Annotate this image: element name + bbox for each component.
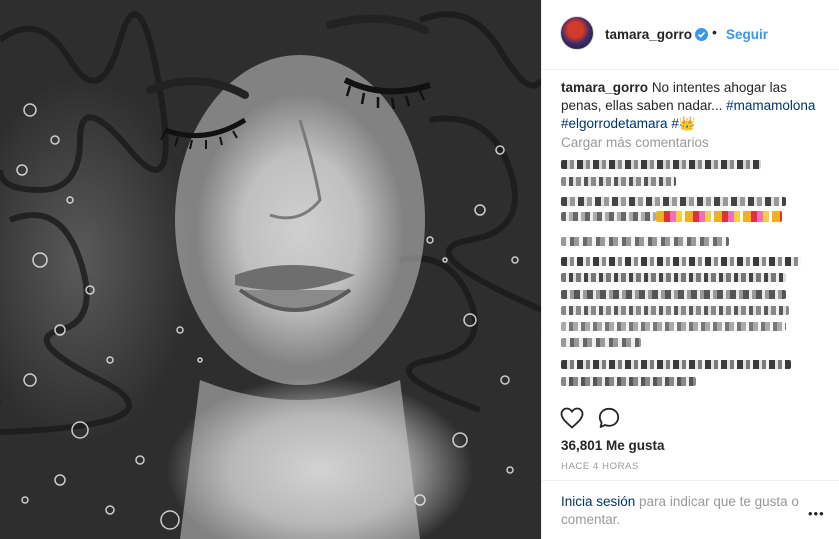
censored-comment-line: [561, 290, 786, 299]
login-link[interactable]: Inicia sesión: [561, 494, 635, 509]
heart-icon[interactable]: [560, 407, 584, 434]
censored-emoji-line: [656, 211, 782, 222]
censored-comment-line: [561, 237, 729, 246]
caption-username[interactable]: tamara_gorro: [561, 80, 648, 95]
censored-comment-line: [561, 322, 786, 331]
verified-badge-icon: [695, 28, 708, 41]
censored-comment-line: [561, 257, 801, 266]
likes-count[interactable]: 36,801 Me gusta: [561, 438, 665, 453]
post-timestamp[interactable]: HACE 4 HORAS: [561, 461, 639, 472]
post-photo[interactable]: [0, 0, 541, 539]
login-prompt: Inicia sesión para indicar que te gusta …: [542, 480, 839, 539]
censored-comment-line: [561, 160, 761, 169]
post-side-panel: tamara_gorro • Seguir tamara_gorro No in…: [541, 0, 839, 539]
censored-comment-line: [561, 177, 676, 186]
censored-comment-line: [561, 212, 656, 221]
comment-icon[interactable]: [597, 407, 621, 434]
censored-comment-line: [561, 360, 791, 369]
more-options-icon[interactable]: •••: [808, 506, 825, 521]
separator-dot: •: [712, 24, 717, 40]
avatar[interactable]: [560, 16, 594, 50]
crown-emoji: 👑: [678, 116, 696, 131]
follow-button[interactable]: Seguir: [726, 27, 768, 42]
header-username[interactable]: tamara_gorro: [605, 27, 692, 42]
login-prompt-text: Inicia sesión para indicar que te gusta …: [561, 493, 811, 529]
censored-comment-line: [561, 338, 641, 347]
load-more-comments-button[interactable]: Cargar más comentarios: [561, 135, 709, 150]
censored-comment-line: [561, 306, 789, 315]
censored-comment-line: [561, 273, 786, 282]
censored-comment-line: [561, 197, 786, 206]
censored-comment-line: [561, 377, 696, 386]
post-caption: tamara_gorro No intentes ahogar las pena…: [561, 79, 826, 133]
photo-illustration: [0, 11, 541, 539]
post-header: tamara_gorro • Seguir: [542, 0, 839, 70]
